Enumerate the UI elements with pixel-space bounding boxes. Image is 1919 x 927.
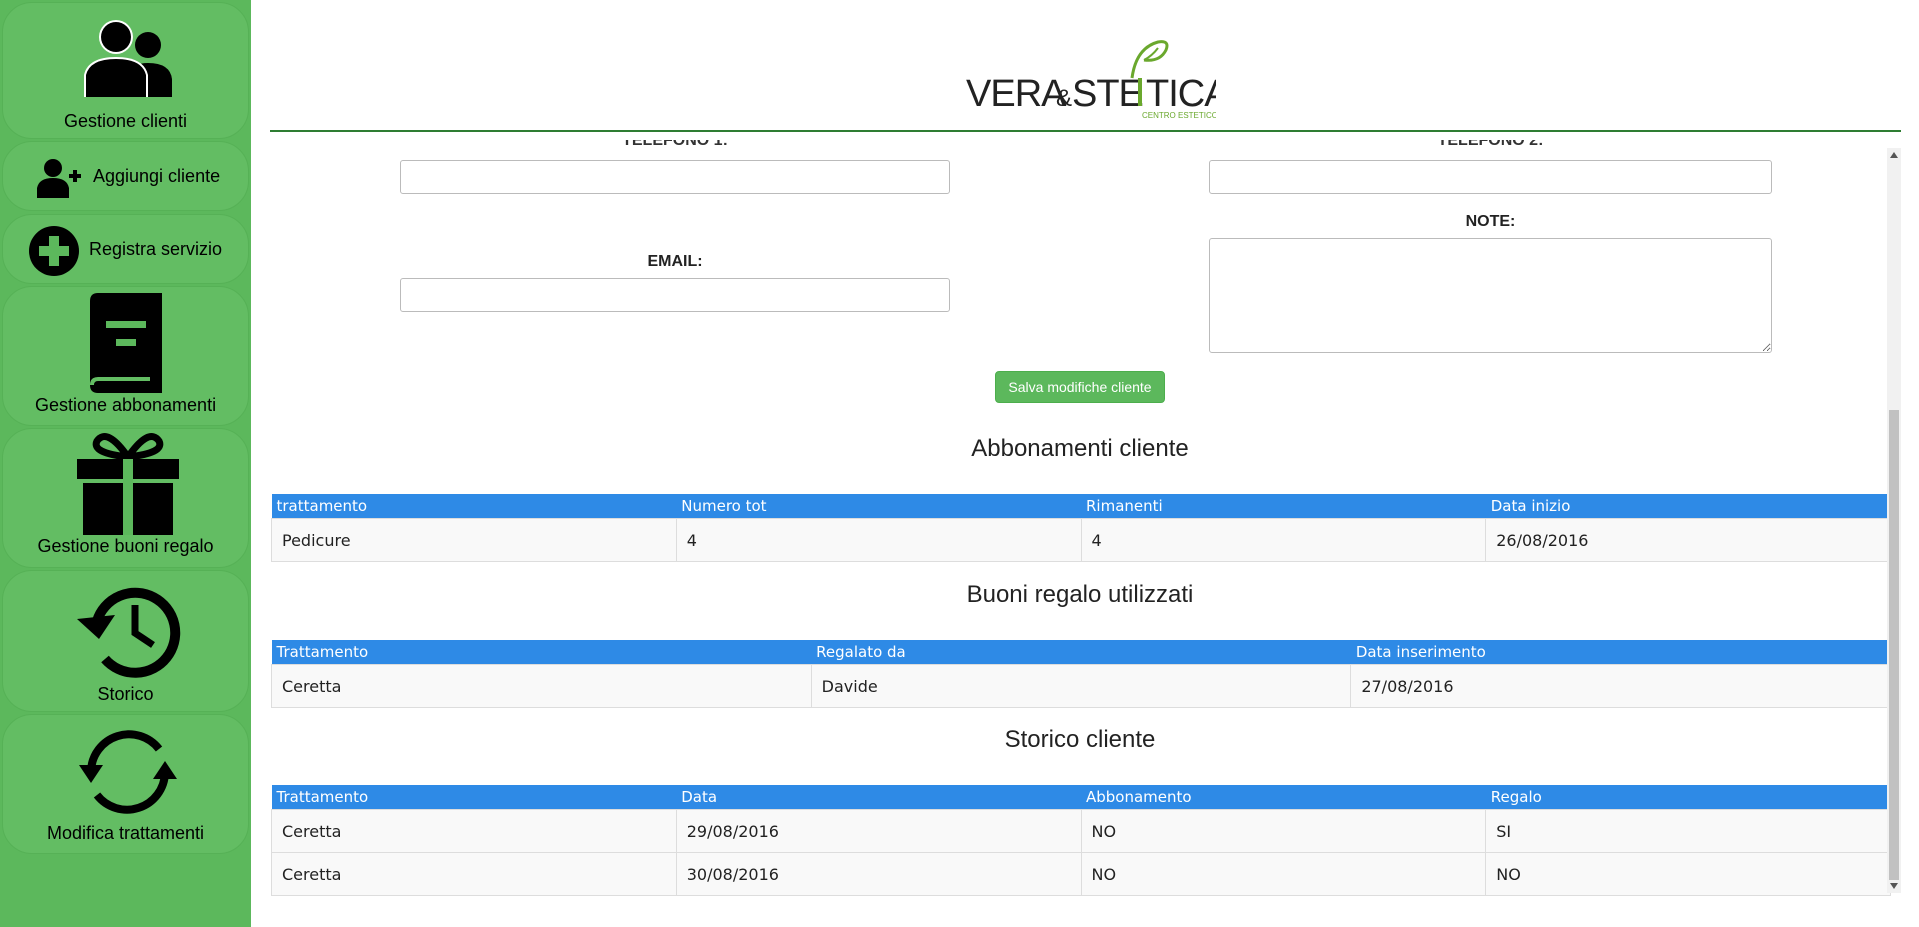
column-header[interactable]: Abbonamento <box>1081 785 1486 810</box>
sidebar-item-gestione-clienti[interactable]: Gestione clienti <box>2 2 249 139</box>
column-header[interactable]: Trattamento <box>271 640 812 665</box>
sidebar-item-label: Registra servizio <box>89 239 223 259</box>
add-user-icon <box>37 159 81 198</box>
sidebar-item-label: Modifica trattamenti <box>46 823 205 843</box>
svg-text:STE: STE <box>1072 73 1143 115</box>
buoni-title: Buoni regalo utilizzati <box>966 581 1194 608</box>
column-header[interactable]: Data inserimento <box>1350 640 1891 665</box>
table-cell: NO <box>1080 852 1487 896</box>
table-row[interactable]: Pedicure 4 4 26/08/2016 <box>271 518 1891 562</box>
table-cell: 4 <box>1080 518 1487 562</box>
header-divider <box>270 130 1901 132</box>
table-cell: NO <box>1485 852 1891 896</box>
save-client-button[interactable]: Salva modifiche cliente <box>995 371 1165 403</box>
storico-title: Storico cliente <box>1004 726 1156 753</box>
plus-circle-icon <box>29 226 79 276</box>
sidebar-item-label: Gestione abbonamenti <box>34 395 217 415</box>
table-cell: 30/08/2016 <box>675 852 1082 896</box>
gift-icon <box>77 433 179 535</box>
abbonamenti-title: Abbonamenti cliente <box>971 435 1189 462</box>
table-cell: 26/08/2016 <box>1485 518 1891 562</box>
sidebar: Gestione clienti Aggiungi cliente Regist… <box>0 0 251 927</box>
phone2-field[interactable] <box>1209 160 1772 194</box>
column-header[interactable]: Trattamento <box>271 785 677 810</box>
column-header[interactable]: Data <box>676 785 1081 810</box>
table-header-row: trattamento Numero tot Rimanenti Data in… <box>271 494 1891 519</box>
scroll-down-icon[interactable] <box>1890 883 1898 889</box>
column-header[interactable]: Rimanenti <box>1081 494 1486 519</box>
note-textarea[interactable] <box>1209 238 1772 353</box>
column-header[interactable]: Regalato da <box>811 640 1351 665</box>
vertical-scrollbar[interactable] <box>1887 148 1901 893</box>
sidebar-item-label: Aggiungi cliente <box>93 166 221 186</box>
brand-logo: VERA & STE TICA CENTRO ESTETICO <box>966 38 1231 124</box>
table-cell: 4 <box>675 518 1082 562</box>
sidebar-item-label: Gestione clienti <box>63 111 188 131</box>
email-label: EMAIL: <box>647 253 703 270</box>
table-row[interactable]: Ceretta 29/08/2016 NO SI <box>271 809 1891 853</box>
column-header[interactable]: trattamento <box>271 494 677 519</box>
table-cell: Davide <box>810 664 1352 708</box>
svg-text:&: & <box>1056 85 1072 112</box>
refresh-icon <box>79 730 177 814</box>
note-label: NOTE: <box>1465 213 1516 230</box>
phone1-label: TELEFONO 1: <box>622 140 728 149</box>
column-header[interactable]: Regalo <box>1485 785 1891 810</box>
sidebar-item-gestione-abbonamenti[interactable]: Gestione abbonamenti <box>2 286 249 426</box>
table-cell: Ceretta <box>271 852 677 896</box>
table-cell: 29/08/2016 <box>675 809 1082 853</box>
buoni-table: Trattamento Regalato da Data inserimento… <box>271 640 1891 708</box>
table-cell: NO <box>1080 809 1487 853</box>
sidebar-item-label: Storico <box>97 684 154 704</box>
table-header-row: Trattamento Data Abbonamento Regalo <box>271 785 1891 810</box>
sidebar-item-gestione-buoni-regalo[interactable]: Gestione buoni regalo <box>2 428 249 568</box>
sidebar-item-label: Gestione buoni regalo <box>37 536 214 556</box>
svg-text:CENTRO ESTETICO: CENTRO ESTETICO <box>1142 111 1216 120</box>
table-cell: SI <box>1485 809 1891 853</box>
abbonamenti-table: trattamento Numero tot Rimanenti Data in… <box>271 494 1891 562</box>
column-header[interactable]: Data inizio <box>1485 494 1891 519</box>
table-cell: Ceretta <box>271 809 677 853</box>
svg-text:VERA: VERA <box>966 73 1067 115</box>
book-icon <box>90 293 162 393</box>
storico-table: Trattamento Data Abbonamento Regalo Cere… <box>271 785 1891 896</box>
scroll-up-icon[interactable] <box>1890 152 1898 158</box>
table-row[interactable]: Ceretta 30/08/2016 NO NO <box>271 852 1891 896</box>
sidebar-item-aggiungi-cliente[interactable]: Aggiungi cliente <box>2 141 249 211</box>
phone2-label: TELEFONO 2: <box>1437 140 1544 149</box>
column-header[interactable]: Numero tot <box>676 494 1081 519</box>
phone1-field[interactable] <box>400 160 950 194</box>
sidebar-item-registra-servizio[interactable]: Registra servizio <box>2 214 249 284</box>
sidebar-item-storico[interactable]: Storico <box>2 570 249 712</box>
table-cell: Pedicure <box>271 518 677 562</box>
users-icon <box>84 20 172 97</box>
email-field[interactable] <box>400 278 950 312</box>
scrollbar-thumb[interactable] <box>1889 410 1899 880</box>
table-cell: Ceretta <box>271 664 812 708</box>
table-cell: 27/08/2016 <box>1350 664 1891 708</box>
svg-text:TICA: TICA <box>1146 73 1216 115</box>
sidebar-item-modifica-trattamenti[interactable]: Modifica trattamenti <box>2 714 249 854</box>
history-icon <box>77 587 181 678</box>
table-row[interactable]: Ceretta Davide 27/08/2016 <box>271 664 1891 708</box>
table-header-row: Trattamento Regalato da Data inserimento <box>271 640 1891 665</box>
